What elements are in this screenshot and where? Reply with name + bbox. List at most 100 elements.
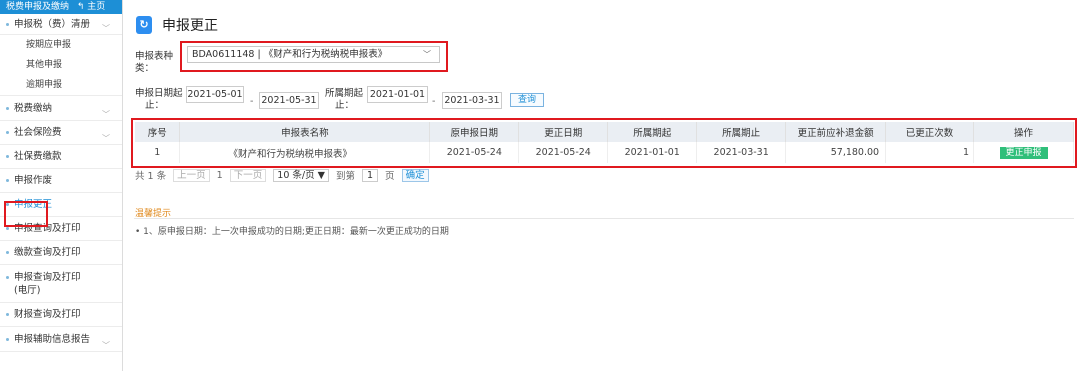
bullet-icon xyxy=(6,313,9,316)
bullet-icon xyxy=(6,337,9,341)
col-header: 序号 xyxy=(135,122,181,142)
col-header: 所属期止 xyxy=(696,122,787,142)
pager-total: 共 1 条 xyxy=(135,171,167,182)
sidebar-item-label: 申报更正 xyxy=(14,199,53,210)
sidebar-item-label: 社会保险费 xyxy=(14,127,62,138)
bullet-icon xyxy=(6,251,9,254)
col-header: 申报表名称 xyxy=(179,122,431,142)
sidebar-item-label: 申报查询及打印 xyxy=(14,223,81,234)
cell-amount: 57,180.00 xyxy=(785,142,887,163)
results-table: 序号 申报表名称 原申报日期 更正日期 所属期起 所属期止 更正前应补退金额 已… xyxy=(135,122,1074,163)
bullet-icon xyxy=(6,275,9,279)
bullet-icon xyxy=(6,155,9,158)
report-date-label: 申报日期起 止： xyxy=(135,88,183,112)
col-header: 更正前应补退金额 xyxy=(785,122,887,142)
table-row: 1 《财产和行为税纳税申报表》 2021-05-24 2021-05-24 20… xyxy=(135,142,1074,163)
sidebar-header-title: 税费申报及缴纳 xyxy=(6,2,70,12)
sidebar-item-financial-query[interactable]: 财报查询及打印 xyxy=(0,303,122,327)
label-line-2: 止： xyxy=(145,100,165,111)
sidebar-item-label: 缴款查询及打印 xyxy=(14,247,81,258)
report-type-label: 申报表种 类： xyxy=(135,51,173,75)
cell-count: 1 xyxy=(885,142,975,163)
sidebar-item-payment-query[interactable]: 缴款查询及打印 xyxy=(0,241,122,265)
correct-declaration-button[interactable]: 更正申报 xyxy=(999,146,1048,159)
sidebar-item-label: 逾期申报 xyxy=(26,80,63,90)
sidebar-item-label: 其他申报 xyxy=(26,60,63,70)
sidebar-item-etax-query[interactable]: 申报查询及打印 (电厅) xyxy=(0,265,122,303)
sidebar-item-label: 税费缴纳 xyxy=(14,103,53,114)
home-link[interactable]: ↰ 主页 xyxy=(77,2,105,12)
bullet-icon xyxy=(6,203,9,206)
page-header: ↻ 申报更正 xyxy=(136,10,218,40)
sidebar-item-tax-list[interactable]: 申报税（费）清册 ﹀ xyxy=(0,14,122,35)
sidebar-item-payment[interactable]: 税费缴纳 ﹀ xyxy=(0,96,122,121)
sidebar-item-social-payment[interactable]: 社保费缴款 xyxy=(0,145,122,169)
sidebar-item-query-print[interactable]: 申报查询及打印 xyxy=(0,217,122,241)
sidebar-item-label: 申报税（费）清册 xyxy=(14,19,91,30)
label-line-1: 申报日期起 xyxy=(135,88,183,99)
cell-period-end: 2021-03-31 xyxy=(696,142,787,163)
date-separator: - xyxy=(250,96,254,107)
col-header: 所属期起 xyxy=(607,122,698,142)
label-line-2: 止： xyxy=(335,100,355,111)
sidebar-item-other[interactable]: 其他申报 xyxy=(0,55,122,75)
report-type-select[interactable]: BDA0611148 | 《财产和行为税纳税申报表》 ﹀ xyxy=(187,46,440,63)
sidebar-item-label: 申报作废 xyxy=(14,175,53,186)
prev-page-button[interactable]: 上一页 xyxy=(173,168,210,182)
period-start-input[interactable]: 2021-01-01 xyxy=(367,86,428,103)
page-unit: 页 xyxy=(385,171,395,182)
sidebar-item-correction[interactable]: 申报更正 xyxy=(0,193,122,217)
pagination: 共 1 条 上一页 1 下一页 10 条/页 ▼ 到第 1 页 确定 xyxy=(135,168,433,182)
sidebar-header: 税费申报及缴纳 ↰ 主页 xyxy=(0,0,122,14)
cell-original-date: 2021-05-24 xyxy=(429,142,520,163)
query-button[interactable]: 查询 xyxy=(510,93,544,107)
report-date-end-input[interactable]: 2021-05-31 xyxy=(259,92,319,109)
cell-index: 1 xyxy=(135,142,181,163)
bullet-icon xyxy=(6,106,9,110)
col-header: 更正日期 xyxy=(518,122,609,142)
report-date-start-input[interactable]: 2021-05-01 xyxy=(186,86,244,103)
refresh-doc-icon: ↻ xyxy=(136,16,152,34)
cell-action: 更正申报 xyxy=(973,142,1074,163)
bullet-icon xyxy=(6,179,9,182)
col-header: 已更正次数 xyxy=(885,122,975,142)
bullet-icon xyxy=(6,22,9,26)
sidebar-item-social-insurance[interactable]: 社会保险费 ﹀ xyxy=(0,121,122,145)
cell-period-start: 2021-01-01 xyxy=(607,142,698,163)
sidebar-item-label: 申报查询及打印 xyxy=(14,272,81,283)
bullet-icon xyxy=(6,131,9,134)
date-separator: - xyxy=(432,96,436,107)
sidebar: 税费申报及缴纳 ↰ 主页 申报税（费）清册 ﹀ 按期应申报 其他申报 逾期申报 … xyxy=(0,0,123,371)
select-value: BDA0611148 | 《财产和行为税纳税申报表》 xyxy=(192,49,388,60)
label-line-1: 申报表种 xyxy=(135,51,174,62)
col-header: 操作 xyxy=(973,122,1074,142)
sidebar-item-label: 财报查询及打印 xyxy=(14,309,81,320)
next-page-button[interactable]: 下一页 xyxy=(229,168,267,182)
col-header: 原申报日期 xyxy=(429,122,520,142)
pager-current-page: 1 xyxy=(216,169,223,181)
page-title: 申报更正 xyxy=(162,18,218,34)
sidebar-item-overdue[interactable]: 逾期申报 xyxy=(0,75,122,96)
sidebar-item-label: 社保费缴款 xyxy=(14,151,62,162)
table-header-row: 序号 申报表名称 原申报日期 更正日期 所属期起 所属期止 更正前应补退金额 已… xyxy=(135,122,1074,142)
period-end-input[interactable]: 2021-03-31 xyxy=(442,92,502,109)
home-label: 主页 xyxy=(87,2,106,12)
bullet-icon xyxy=(6,227,9,230)
label-line-2: 类： xyxy=(135,63,155,74)
goto-page-input[interactable]: 1 xyxy=(362,168,379,182)
label-line-1: 所属期起 xyxy=(325,88,364,99)
sidebar-item-scheduled[interactable]: 按期应申报 xyxy=(0,35,122,55)
sidebar-item-label-2: (电厅) xyxy=(14,285,41,296)
confirm-button[interactable]: 确定 xyxy=(401,168,429,182)
sidebar-item-void[interactable]: 申报作废 xyxy=(0,169,122,193)
sidebar-item-aux-report[interactable]: 申报辅助信息报告 ﹀ xyxy=(0,327,122,352)
chevron-down-icon: ﹀ xyxy=(423,50,431,59)
cell-report-name: 《财产和行为税纳税申报表》 xyxy=(179,142,431,163)
chevron-down-icon: ﹀ xyxy=(102,341,110,350)
period-label: 所属期起 止： xyxy=(325,88,363,112)
goto-label: 到第 xyxy=(335,171,355,182)
cell-correction-date: 2021-05-24 xyxy=(518,142,609,163)
sidebar-item-label: 按期应申报 xyxy=(26,40,72,50)
tips-text: • 1、原申报日期：上一次申报成功的日期;更正日期：最新一次更正成功的日期 xyxy=(135,227,449,237)
page-size-select[interactable]: 10 条/页 ▼ xyxy=(273,168,329,182)
